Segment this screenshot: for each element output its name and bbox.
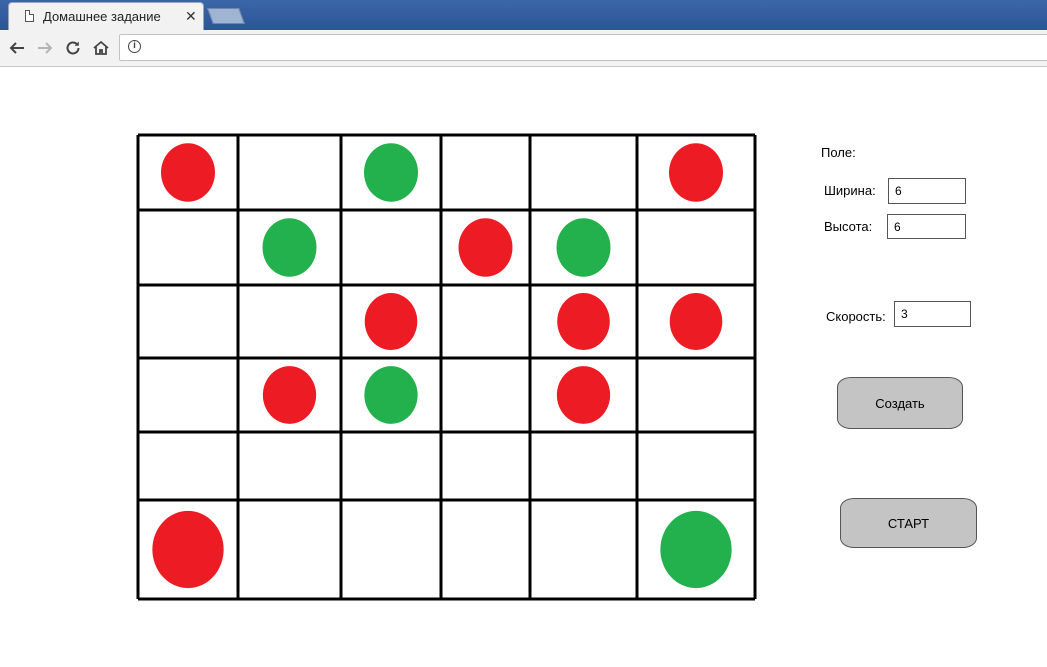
height-label: Высота: [824,219,873,234]
new-tab-button[interactable] [207,8,245,24]
green-piece[interactable] [364,366,418,424]
board-cell-4-1[interactable] [238,432,341,500]
reload-icon [66,41,80,55]
width-label: Ширина: [824,183,876,198]
red-piece[interactable] [364,293,418,350]
height-input[interactable] [887,214,966,239]
forward-button[interactable] [32,35,58,61]
board-cell-3-0[interactable] [138,358,238,432]
browser-toolbar: i [0,30,1047,67]
back-button[interactable] [4,35,30,61]
board-cell-0-4[interactable] [530,135,637,210]
board-cell-4-3[interactable] [441,432,530,500]
board-cell-2-1[interactable] [238,285,341,358]
width-input[interactable] [888,178,966,204]
home-icon [93,40,109,55]
red-piece[interactable] [161,143,215,202]
green-piece[interactable] [556,218,611,277]
address-bar[interactable]: i [119,34,1047,61]
start-button[interactable]: СТАРТ [840,498,977,548]
field-label: Поле: [821,145,856,160]
board-cell-2-3[interactable] [441,285,530,358]
board-cell-4-0[interactable] [138,432,238,500]
red-piece[interactable] [152,510,224,589]
green-piece[interactable] [262,218,317,277]
reload-button[interactable] [60,35,86,61]
board-cell-5-1[interactable] [238,500,341,599]
game-board-grid[interactable] [136,133,760,603]
board-cell-1-5[interactable] [637,210,755,285]
speed-input[interactable] [894,301,971,327]
browser-tab[interactable]: Домашнее задание ✕ [8,2,204,30]
tab-title: Домашнее задание [43,9,161,24]
red-piece[interactable] [262,366,317,424]
close-tab-icon[interactable]: ✕ [185,7,197,25]
arrow-right-icon [38,42,53,54]
red-piece[interactable] [458,218,513,277]
board-cell-4-4[interactable] [530,432,637,500]
browser-titlebar: Домашнее задание ✕ [0,0,1047,30]
create-button[interactable]: Создать [837,377,963,429]
green-piece[interactable] [660,510,732,589]
board-cell-4-2[interactable] [341,432,441,500]
red-piece[interactable] [557,293,610,350]
board-cell-5-3[interactable] [441,500,530,599]
board-cell-1-2[interactable] [341,210,441,285]
board-cell-4-5[interactable] [637,432,755,500]
speed-label: Скорость: [826,309,886,324]
green-piece[interactable] [364,143,418,202]
arrow-left-icon [9,42,24,54]
board-cell-0-3[interactable] [441,135,530,210]
red-piece[interactable] [556,366,611,424]
board-cell-3-5[interactable] [637,358,755,432]
board-cell-2-0[interactable] [138,285,238,358]
board-cell-3-3[interactable] [441,358,530,432]
document-icon [25,10,34,22]
board-cell-5-2[interactable] [341,500,441,599]
info-icon[interactable]: i [128,40,141,53]
board-cell-1-0[interactable] [138,210,238,285]
board-cell-0-1[interactable] [238,135,341,210]
red-piece[interactable] [669,293,723,350]
home-button[interactable] [88,35,114,61]
game-board[interactable] [136,133,760,603]
red-piece[interactable] [669,143,723,202]
board-cell-5-4[interactable] [530,500,637,599]
